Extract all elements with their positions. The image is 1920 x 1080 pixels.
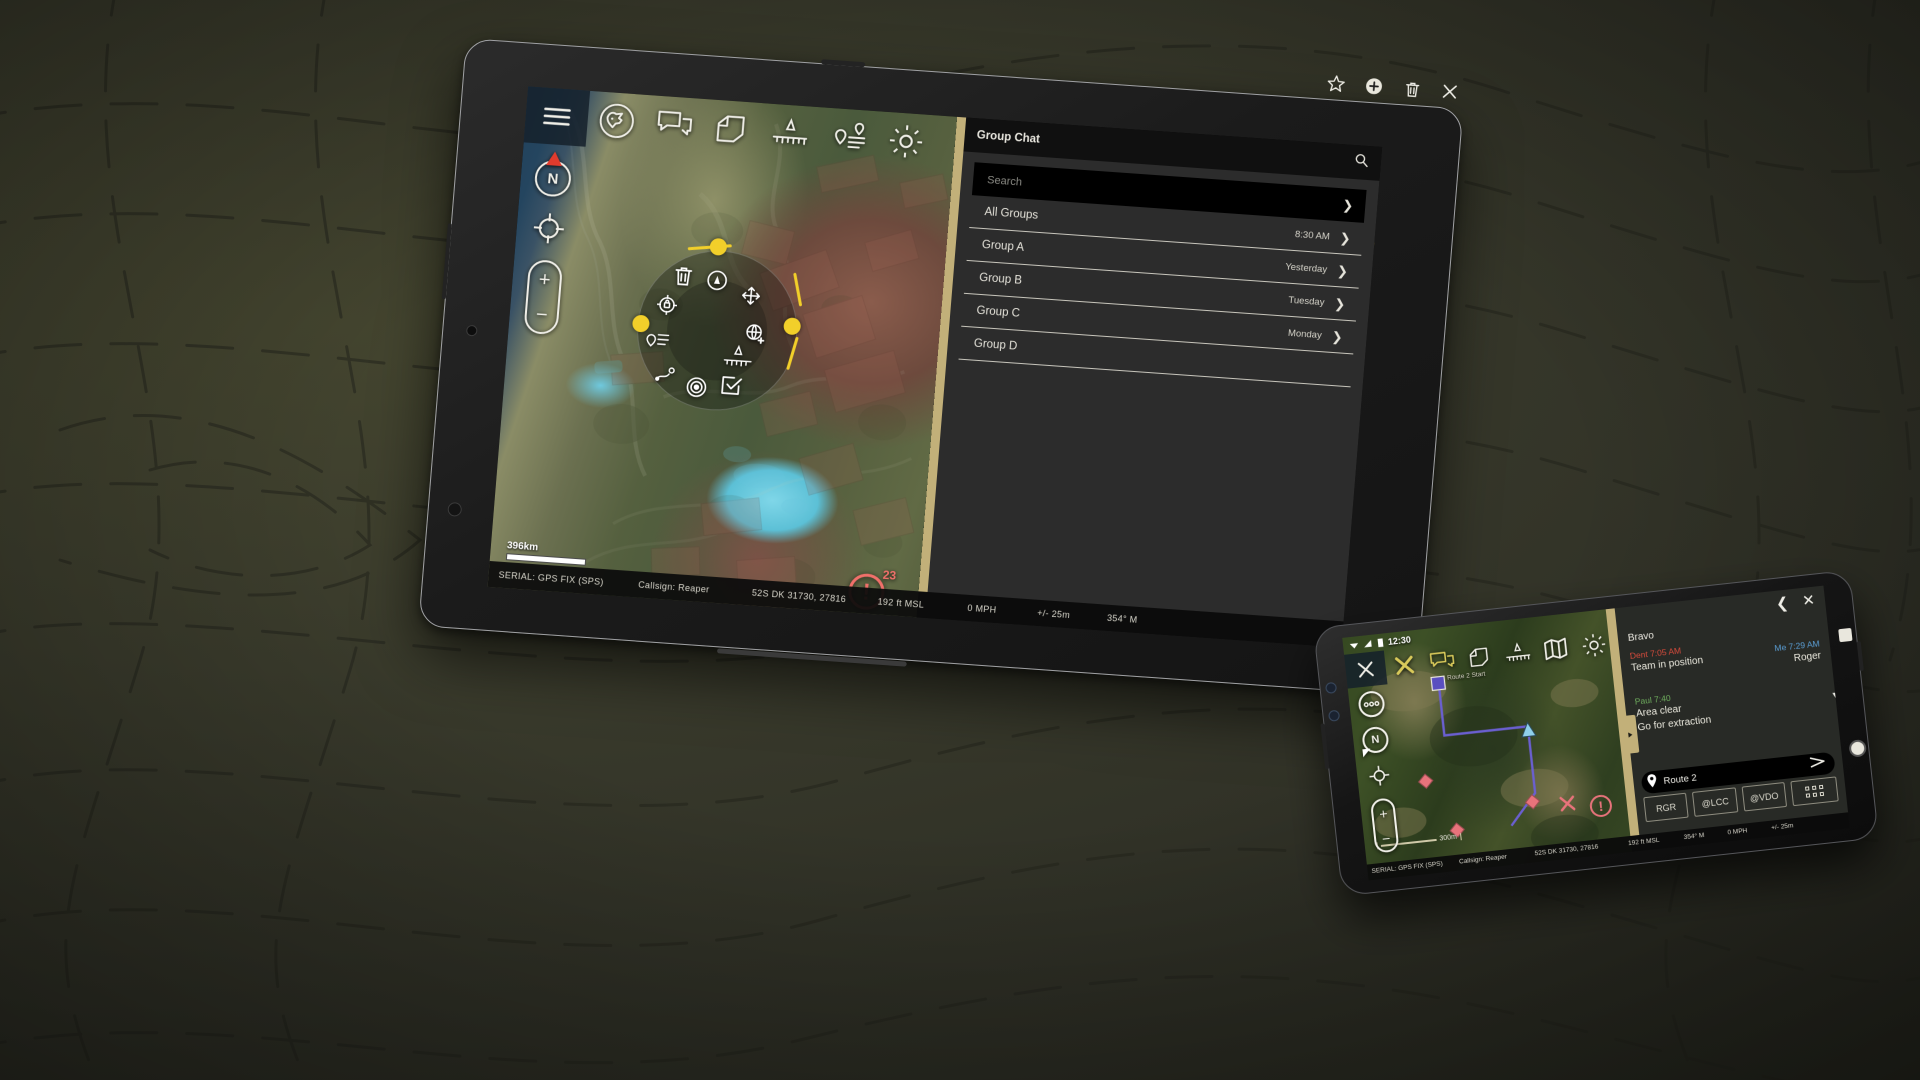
search-input[interactable]: Search — [987, 174, 1023, 188]
status-speed: 0 MPH — [967, 602, 997, 615]
group-name: All Groups — [984, 206, 1039, 222]
group-timestamp: Yesterday — [1284, 260, 1328, 275]
group-timestamp: Monday — [1287, 327, 1323, 341]
compass-needle — [545, 151, 564, 167]
zoom-controls[interactable]: + − — [1369, 797, 1400, 854]
quick-button-lcc[interactable]: @LCC — [1692, 787, 1739, 817]
group-name: Group C — [976, 304, 1021, 320]
ruler-north-icon[interactable] — [759, 103, 821, 163]
status-speed: 0 MPH — [1727, 827, 1748, 837]
chat-bubbles-icon[interactable] — [643, 95, 705, 155]
compass-label: N — [1370, 733, 1381, 747]
pin-list-icon[interactable] — [817, 107, 879, 167]
compass-tail — [1362, 748, 1372, 758]
status-accuracy: +/- 25m — [1036, 607, 1071, 621]
status-altitude: 192 ft MSL — [877, 596, 925, 610]
group-chat-panel: Group Chat Search ❯ All Groups 8:30 AM ❯… — [918, 116, 1383, 622]
group-chat-title: Group Chat — [976, 129, 1041, 146]
chevron-right-icon[interactable]: ❯ — [1342, 197, 1354, 213]
map-layers-icon[interactable] — [1459, 638, 1500, 676]
zoom-in-button[interactable]: + — [538, 268, 551, 291]
checkbox-icon[interactable] — [718, 373, 744, 399]
menu-button[interactable] — [523, 86, 591, 147]
send-arrow-icon[interactable] — [1809, 754, 1828, 774]
gear-icon[interactable] — [875, 111, 937, 171]
chevron-right-icon[interactable]: ❯ — [1336, 263, 1348, 279]
grid-keypad-icon[interactable] — [1790, 776, 1839, 807]
plus-circle-icon[interactable] — [1362, 75, 1386, 98]
chevron-left-icon[interactable]: ❮ — [1775, 594, 1789, 612]
chevron-right-icon[interactable]: ❯ — [1334, 296, 1346, 312]
chevron-right-icon[interactable]: ❯ — [1339, 230, 1351, 246]
zoom-out-button[interactable]: − — [1381, 829, 1391, 846]
person-circle-icon[interactable] — [704, 268, 730, 294]
zoom-controls[interactable]: + − — [523, 259, 564, 336]
close-icon[interactable]: ✕ — [1801, 591, 1815, 609]
three-dots-circle-icon[interactable] — [1357, 689, 1386, 719]
ruler-north-icon[interactable] — [1497, 634, 1538, 672]
zoom-in-button[interactable]: + — [1378, 805, 1388, 822]
phone-chat-messages: Dent 7:05 AM Team in position Me 7:29 AM… — [1619, 625, 1841, 769]
status-serial: SERIAL: GPS FIX (SPS) — [498, 569, 605, 588]
group-timestamp: Tuesday — [1287, 294, 1325, 308]
chat-message: Paul 7:40 Area clear Go for extraction — [1634, 676, 1827, 734]
tablet-device: ! 23 396km — [418, 38, 1464, 697]
status-bearing: 354° M — [1106, 612, 1138, 625]
tablet-screen: ! 23 396km — [487, 86, 1383, 648]
compass-north-icon[interactable]: N — [1361, 725, 1390, 758]
status-grid: 52S DK 31730, 27816 — [1534, 843, 1599, 858]
status-callsign: Callsign: Reaper — [637, 579, 710, 595]
lock-target-icon[interactable] — [654, 292, 680, 318]
alert-marker-label: 23 — [882, 567, 897, 583]
crosshair-icon[interactable] — [1365, 761, 1394, 790]
crosshair-icon[interactable] — [529, 209, 568, 247]
map-pin-icon[interactable] — [1645, 773, 1660, 792]
ruler-north-icon[interactable] — [720, 343, 756, 369]
phone-front-camera — [1838, 627, 1853, 643]
move-arrows-icon[interactable] — [739, 284, 765, 310]
favorite-star-icon[interactable] — [1324, 72, 1348, 95]
chat-input-value[interactable]: Route 2 — [1663, 772, 1697, 787]
route-icon[interactable] — [653, 360, 679, 386]
map-radial-menu[interactable] — [630, 237, 804, 416]
bullseye-icon[interactable] — [683, 374, 709, 400]
group-name: Group B — [978, 271, 1023, 287]
trash-icon[interactable] — [670, 263, 696, 289]
group-name: Group A — [981, 238, 1025, 254]
status-grid: 52S DK 31730, 27816 — [751, 587, 847, 605]
chevron-right-icon[interactable]: ❯ — [1331, 328, 1343, 344]
map-book-icon[interactable] — [1535, 630, 1576, 668]
tag-lines-icon[interactable] — [643, 327, 670, 353]
status-callsign: Callsign: Reaper — [1458, 853, 1508, 866]
group-name: Group D — [973, 337, 1018, 353]
chat-bubbles-icon[interactable] — [1422, 642, 1463, 680]
x-marker-icon[interactable] — [1556, 793, 1579, 820]
status-serial: SERIAL: GPS FIX (SPS) — [1371, 860, 1444, 876]
phone-chat-title: Bravo — [1627, 630, 1655, 645]
globe-plus-icon[interactable] — [742, 320, 768, 346]
compass-label: N — [546, 169, 559, 188]
quick-button-rgr[interactable]: RGR — [1643, 792, 1689, 823]
map-layers-icon[interactable] — [701, 99, 763, 159]
zoom-out-button[interactable]: − — [535, 303, 548, 326]
compass-north-icon[interactable]: N — [533, 151, 573, 198]
play-triangle-icon — [1624, 730, 1632, 740]
close-button[interactable] — [1344, 650, 1388, 689]
status-accuracy: +/- 25m — [1770, 822, 1794, 832]
trash-icon[interactable] — [1400, 77, 1424, 100]
phone-chat-panel: ❮ ✕ Bravo Dent 7:05 AM Team in position … — [1605, 585, 1849, 836]
group-timestamp: 8:30 AM — [1294, 228, 1331, 242]
status-altitude: 192 ft MSL — [1627, 836, 1660, 848]
app-logo-dog-head-circle-icon[interactable] — [586, 91, 648, 151]
x-marker-icon[interactable] — [1384, 646, 1425, 684]
search-icon[interactable] — [1353, 152, 1370, 173]
status-bearing: 354° M — [1683, 831, 1705, 842]
phone-screen: Route 2 Start 12:30 N + − ! 300m ❮ ✕ Bra… — [1342, 585, 1850, 881]
close-icon[interactable] — [1438, 80, 1462, 103]
quick-button-vdo[interactable]: @VDO — [1741, 781, 1788, 812]
